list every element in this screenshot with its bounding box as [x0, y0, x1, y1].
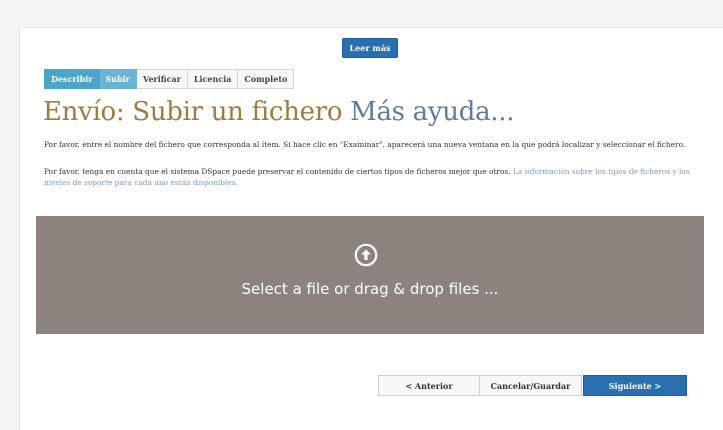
- step-complete[interactable]: Completo: [238, 69, 295, 89]
- file-dropzone[interactable]: [36, 216, 704, 334]
- step-license[interactable]: Licencia: [187, 69, 239, 89]
- step-describe[interactable]: Describir: [44, 69, 100, 89]
- upload-circle-icon: [354, 243, 378, 267]
- cancel-save-button[interactable]: Cancelar/Guardar: [480, 375, 582, 396]
- instruction-paragraph-1: Por favor, entre el nombre del fichero q…: [44, 140, 686, 149]
- instruction-text: Por favor, tenga en cuenta que el sistem…: [44, 167, 511, 176]
- previous-button[interactable]: < Anterior: [378, 375, 480, 396]
- instruction-paragraph-2: Por favor, tenga en cuenta que el sistem…: [44, 166, 700, 188]
- read-more-button[interactable]: Leer más: [342, 38, 398, 58]
- step-verify[interactable]: Verificar: [136, 69, 188, 89]
- more-help-link[interactable]: Más ayuda...: [350, 97, 514, 127]
- dropzone-text: Select a file or drag & drop files ...: [241, 280, 499, 298]
- page-title: Envío: Subir un fichero Más ayuda...: [43, 94, 514, 130]
- submission-steps: Describir Subir Verificar Licencia Compl…: [44, 69, 295, 89]
- next-button[interactable]: Siguiente >: [583, 375, 687, 396]
- page-title-text: Envío: Subir un fichero: [43, 97, 343, 127]
- step-upload[interactable]: Subir: [99, 69, 137, 89]
